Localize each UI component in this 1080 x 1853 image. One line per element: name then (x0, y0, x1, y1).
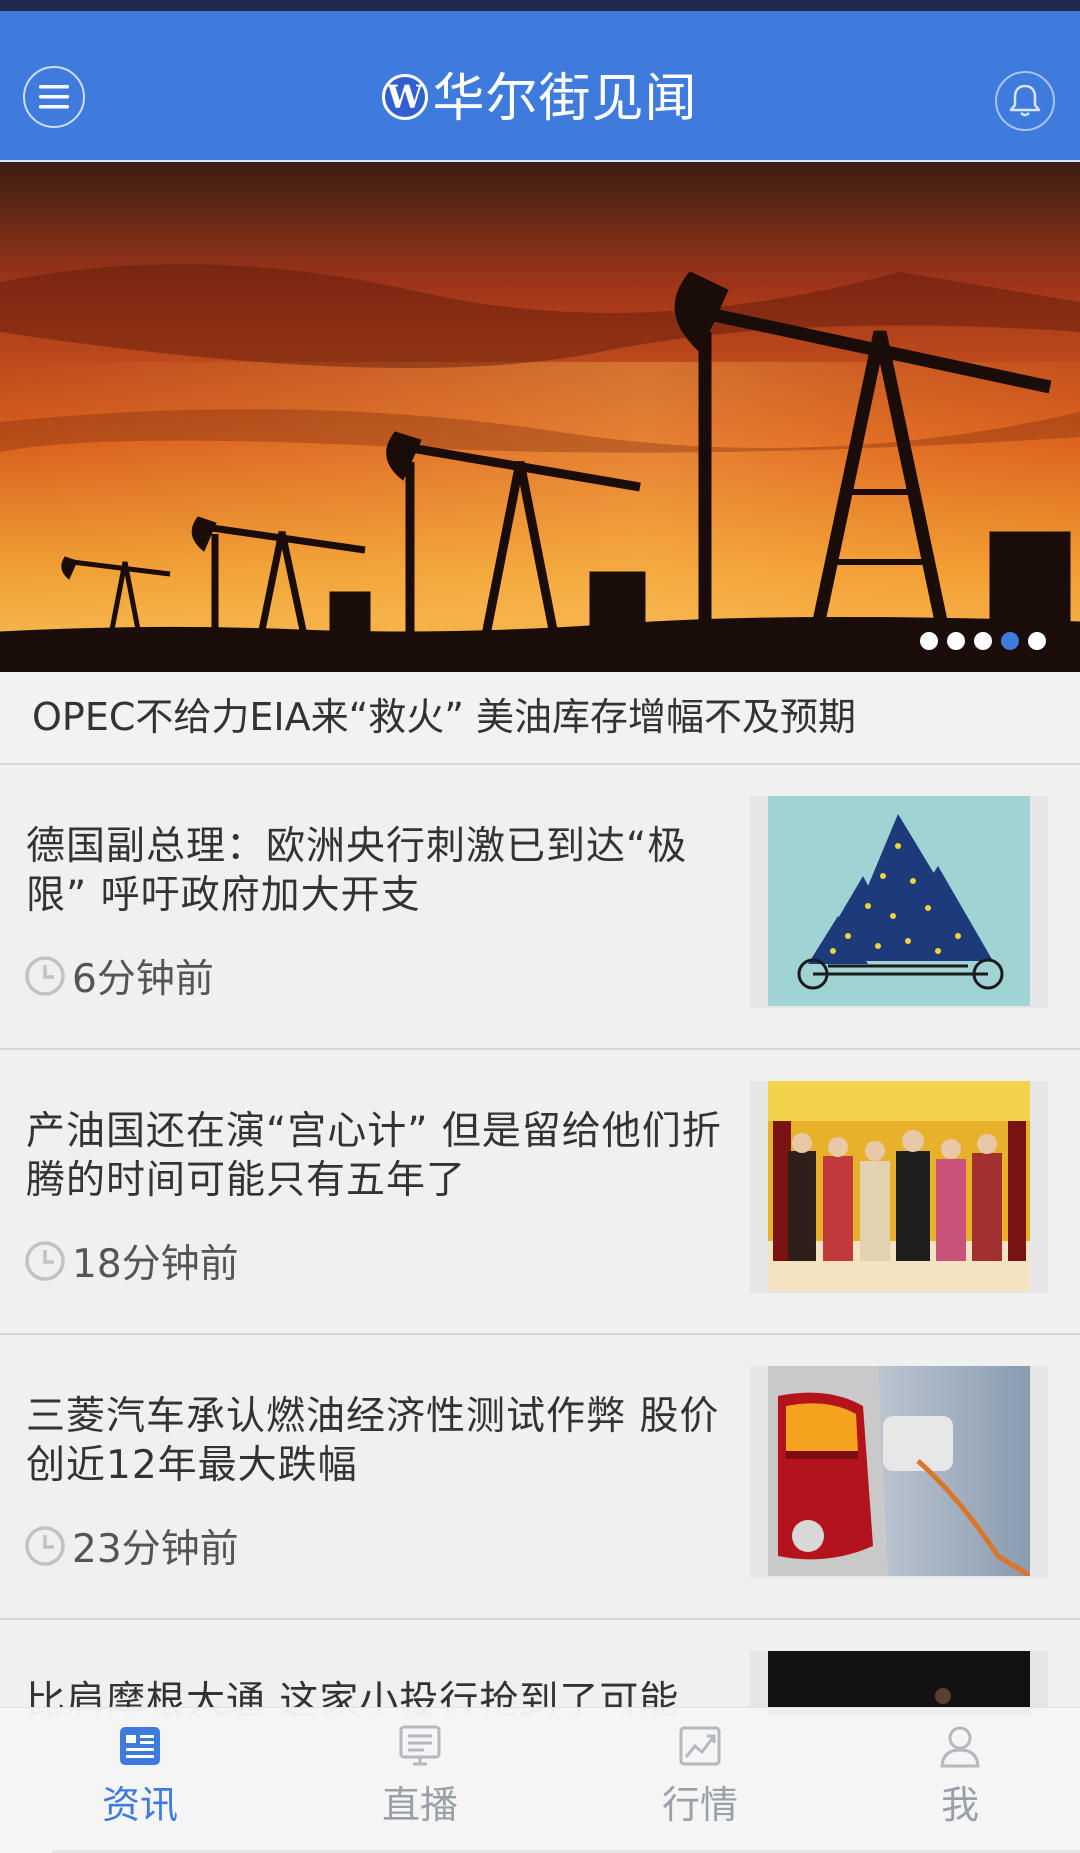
news-timestamp: 18分钟前 (24, 1233, 239, 1289)
tab-label: 资讯 (101, 1783, 178, 1827)
app-header: W 华尔街见闻 (0, 11, 1080, 162)
profile-icon (940, 1726, 980, 1768)
eu-cyclists-illustration (768, 796, 1030, 1006)
news-item[interactable]: 德国副总理：欧洲央行刺激已到达“极限” 呼吁政府加大开支 6分钟前 (0, 765, 1080, 1050)
carousel-dot[interactable] (974, 632, 992, 650)
palace-drama-cast (768, 1081, 1030, 1291)
news-title: 产油国还在演“宫心计” 但是留给他们折腾的时间可能只有五年了 (26, 1109, 722, 1203)
dark-photo (768, 1651, 1030, 1715)
car-taillight-charger (768, 1366, 1030, 1576)
tab-profile[interactable]: 我 (890, 1724, 1030, 1829)
hero-caption[interactable]: OPEC不给力EIA来“救火” 美油库存增幅不及预期 (0, 672, 1080, 765)
news-item[interactable]: 产油国还在演“宫心计” 但是留给他们折腾的时间可能只有五年了 18分钟前 (0, 1050, 1080, 1335)
news-icon (120, 1727, 160, 1765)
bell-icon (1009, 84, 1041, 117)
tab-label: 直播 (381, 1783, 458, 1827)
news-title: 三菱汽车承认燃油经济性测试作弊 股价创近12年最大跌幅 (26, 1394, 720, 1488)
live-icon (399, 1725, 441, 1766)
news-time-text: 6分钟前 (72, 957, 214, 1002)
chart-icon (679, 1726, 721, 1766)
tab-news[interactable]: 资讯 (70, 1724, 210, 1829)
clock-icon (25, 956, 65, 996)
hero-carousel[interactable] (0, 162, 1080, 672)
news-thumbnail[interactable] (750, 796, 1048, 1008)
news-list: 德国副总理：欧洲央行刺激已到达“极限” 呼吁政府加大开支 6分钟前 产油国还在演… (0, 765, 1080, 1715)
carousel-dot[interactable] (920, 632, 938, 650)
app-logo-icon: W (382, 74, 429, 120)
news-time-text: 18分钟前 (72, 1242, 239, 1287)
clock-icon (25, 1241, 65, 1281)
news-timestamp: 6分钟前 (24, 948, 214, 1004)
app-title-text: 华尔街见闻 (432, 69, 698, 129)
carousel-dot[interactable] (1028, 632, 1046, 650)
tab-market[interactable]: 行情 (630, 1724, 770, 1829)
status-bar (0, 0, 1080, 11)
tab-label: 行情 (661, 1783, 738, 1827)
notification-button[interactable] (995, 71, 1055, 131)
carousel-dot[interactable] (947, 632, 965, 650)
hero-image (0, 162, 1080, 672)
tab-live[interactable]: 直播 (350, 1724, 490, 1829)
carousel-indicator (920, 632, 1046, 650)
news-title: 德国副总理：欧洲央行刺激已到达“极限” 呼吁政府加大开支 (26, 824, 688, 918)
app-title: W 华尔街见闻 (0, 59, 1080, 139)
tab-label: 我 (940, 1783, 979, 1827)
news-time-text: 23分钟前 (72, 1527, 239, 1572)
news-timestamp: 23分钟前 (24, 1518, 239, 1574)
clock-icon (25, 1526, 65, 1566)
bottom-tab-bar: 资讯 直播 行情 我 (0, 1707, 1080, 1853)
news-item[interactable]: 三菱汽车承认燃油经济性测试作弊 股价创近12年最大跌幅 23分钟前 (0, 1335, 1080, 1620)
news-item[interactable]: 比肩摩根大通 这家小投行抢到了可能 (0, 1620, 1080, 1715)
news-thumbnail[interactable] (750, 1366, 1048, 1578)
news-thumbnail[interactable] (750, 1081, 1048, 1293)
news-thumbnail[interactable] (750, 1651, 1048, 1715)
carousel-dot-active[interactable] (1001, 632, 1019, 650)
